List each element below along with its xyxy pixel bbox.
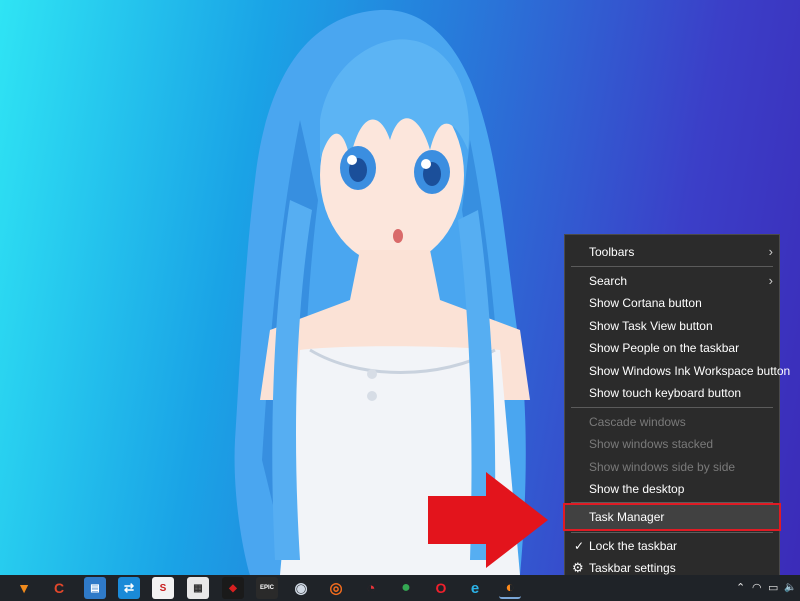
menu-item-toolbars[interactable]: Toolbars › <box>565 241 779 263</box>
menu-item-label: Toolbars <box>589 245 635 259</box>
menu-item-windows-side-by-side: Show windows side by side <box>565 456 779 478</box>
menu-item-cascade-windows: Cascade windows <box>565 411 779 433</box>
taskbar-context-menu: Toolbars › Search › Show Cortana button … <box>563 234 790 580</box>
menu-item-label: Search <box>589 274 628 288</box>
teamviewer-icon[interactable]: ⇄ <box>118 577 140 599</box>
steam-icon[interactable]: ◉ <box>290 577 312 599</box>
menu-item-windows-stacked: Show windows stacked <box>565 433 779 455</box>
menu-item-task-manager[interactable]: Task Manager <box>563 503 781 531</box>
menu-item-label: Show People on the taskbar <box>589 341 740 355</box>
chevron-right-icon: › <box>768 244 773 259</box>
origin-icon[interactable]: ◎ <box>325 577 347 599</box>
menu-item-label: Show Cortana button <box>589 296 702 310</box>
ccleaner-icon[interactable]: C <box>48 577 70 599</box>
menu-item-lock-taskbar[interactable]: ✓ Lock the taskbar <box>565 535 779 557</box>
volume-icon[interactable]: 🔈 <box>784 575 796 601</box>
menu-item-show-cortana[interactable]: Show Cortana button <box>565 292 779 314</box>
menu-item-show-people[interactable]: Show People on the taskbar <box>565 337 779 359</box>
menu-item-label: Show touch keyboard button <box>589 386 742 400</box>
epic-games-icon[interactable]: EPIC <box>256 577 278 599</box>
show-hidden-icons-chevron-icon[interactable]: ⌃ <box>736 575 745 601</box>
menu-item-show-touch-keyboard[interactable]: Show touch keyboard button <box>565 382 779 404</box>
checkmark-icon: ✓ <box>574 539 585 553</box>
chevron-right-icon: › <box>768 273 773 288</box>
speed-app-icon[interactable]: ◔ <box>360 577 382 599</box>
menu-item-label: Show Windows Ink Workspace button <box>589 364 791 378</box>
opera-icon[interactable]: O <box>430 577 452 599</box>
menu-item-label: Taskbar settings <box>589 561 676 575</box>
menu-separator <box>571 532 773 533</box>
menu-item-label: Show windows side by side <box>589 460 736 474</box>
utility-app-icon[interactable]: ▦ <box>187 577 209 599</box>
wifi-icon[interactable]: ◠ <box>752 575 762 601</box>
menu-item-show-ink-workspace[interactable]: Show Windows Ink Workspace button <box>565 360 790 382</box>
firefox-icon[interactable]: ◐ <box>499 577 521 599</box>
menu-item-label: Cascade windows <box>589 415 686 429</box>
menu-item-show-task-view[interactable]: Show Task View button <box>565 315 779 337</box>
menu-item-label: Lock the taskbar <box>589 539 678 553</box>
menu-separator <box>571 407 773 408</box>
menu-separator <box>571 502 773 503</box>
sumatra-icon[interactable]: S <box>152 577 174 599</box>
chrome-icon[interactable]: ● <box>395 577 417 599</box>
gaming-app-icon[interactable]: ◆ <box>222 577 244 599</box>
menu-item-label: Show Task View button <box>589 319 713 333</box>
vlc-icon[interactable]: ▼ <box>13 577 35 599</box>
document-app-icon[interactable]: ▤ <box>84 577 106 599</box>
menu-item-search[interactable]: Search › <box>565 270 779 292</box>
edge-icon[interactable]: e <box>464 577 486 599</box>
menu-item-label: Task Manager <box>589 510 665 524</box>
menu-item-show-desktop[interactable]: Show the desktop <box>565 478 779 500</box>
menu-item-label: Show the desktop <box>589 482 685 496</box>
menu-item-label: Show windows stacked <box>589 437 714 451</box>
battery-icon[interactable]: ▭ <box>768 575 778 601</box>
red-arrow-annotation <box>428 472 548 568</box>
menu-separator <box>571 266 773 267</box>
taskbar[interactable]: ▼ C ▤ ⇄ S ▦ ◆ EPIC ◉ ◎ ◔ ● O e ◐ ⌃ ◠ ▭ 🔈 <box>0 575 800 601</box>
